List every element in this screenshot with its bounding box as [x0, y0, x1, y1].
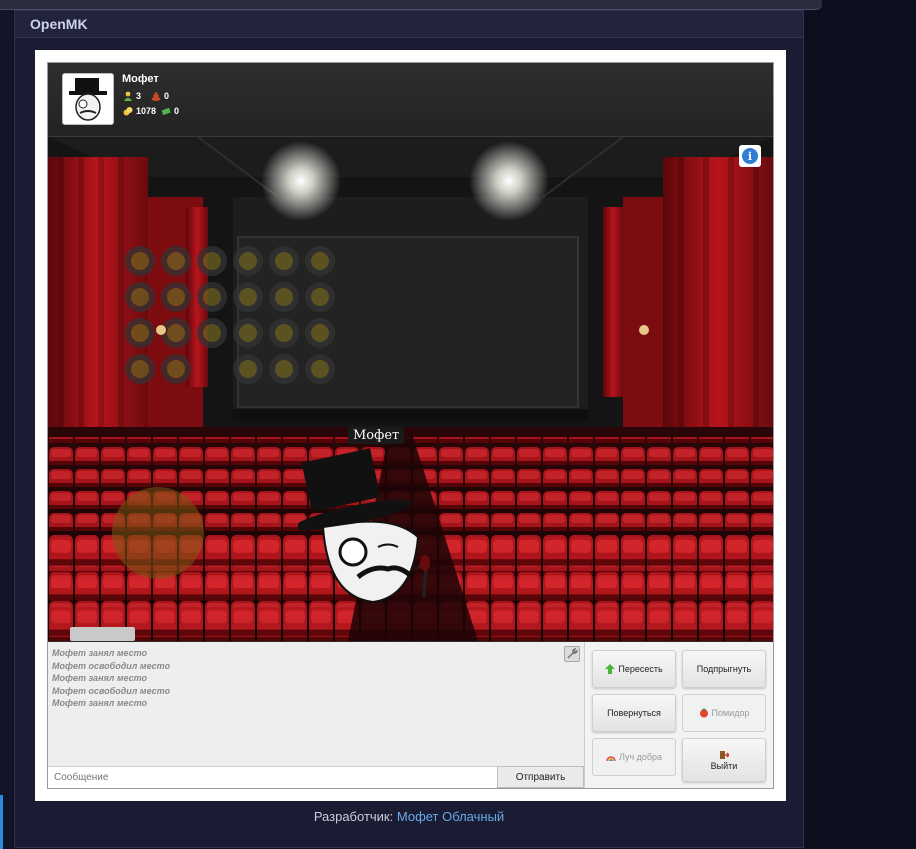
user-icon — [124, 91, 132, 101]
panel-header: OpenMK — [15, 11, 803, 38]
developer-link[interactable]: Мофет Облачный — [397, 809, 504, 824]
left-rail — [0, 10, 13, 849]
reseat-button[interactable]: Пересесть — [592, 650, 676, 688]
poop-icon — [151, 92, 161, 101]
tomato-icon — [699, 708, 708, 718]
actions-panel: Пересесть Подпрыгнуть Повернуться Помидо… — [585, 642, 773, 788]
footer: Разработчик: Мофет Облачный — [15, 809, 803, 824]
chat-message: Мофет освободил место — [52, 685, 171, 696]
chat-message: Мофет занял место — [52, 648, 148, 658]
stat-users: 3 — [123, 91, 141, 101]
exit-button[interactable]: Выйти — [682, 738, 766, 782]
game-area: Мофет 3 0 1078 0 Мофет i Мофет занял мес… — [47, 62, 774, 789]
stat-coins: 1078 — [123, 106, 156, 116]
chat-log: Мофет занял место Мофет освободил место … — [52, 647, 552, 710]
left-accent — [0, 795, 3, 849]
message-input[interactable] — [48, 766, 497, 788]
game-frame: Мофет 3 0 1078 0 Мофет i Мофет занял мес… — [35, 50, 786, 801]
player-character[interactable] — [298, 447, 458, 607]
stat-poop: 0 — [151, 91, 169, 101]
app-title: OpenMK — [30, 16, 88, 32]
info-icon: i — [742, 148, 758, 164]
send-button[interactable]: Отправить — [497, 766, 584, 788]
stat-money: 0 — [161, 106, 179, 116]
top-bar — [0, 0, 822, 10]
profile-bar: Мофет 3 0 1078 0 — [48, 63, 773, 137]
ray-button[interactable]: Луч добра — [592, 738, 676, 776]
money-icon — [161, 107, 171, 116]
chat-message: Мофет освободил место — [52, 660, 171, 671]
turn-button[interactable]: Повернуться — [592, 694, 676, 732]
jump-button[interactable]: Подпрыгнуть — [682, 650, 766, 688]
exit-door-icon — [720, 750, 729, 759]
tomato-button[interactable]: Помидор — [682, 694, 766, 732]
avatar[interactable] — [62, 73, 114, 125]
player-name-tag: Мофет — [348, 427, 405, 444]
footer-label: Разработчик: — [313, 809, 394, 824]
wrench-icon[interactable] — [564, 646, 580, 662]
player-name: Мофет — [122, 73, 159, 85]
coins-icon — [123, 107, 133, 116]
chat-message: Мофет занял место — [52, 673, 148, 683]
main-panel: OpenMK Мофет 3 0 1078 0 Мофет i Мофет за… — [14, 10, 804, 848]
arrow-up-icon — [605, 664, 616, 674]
info-button[interactable]: i — [739, 145, 761, 167]
rainbow-icon — [606, 756, 616, 762]
cinema-scene[interactable]: Мофет i — [48, 137, 773, 641]
chat-panel: Мофет занял место Мофет освободил место … — [48, 642, 585, 788]
chat-message: Мофет занял место — [52, 698, 148, 708]
